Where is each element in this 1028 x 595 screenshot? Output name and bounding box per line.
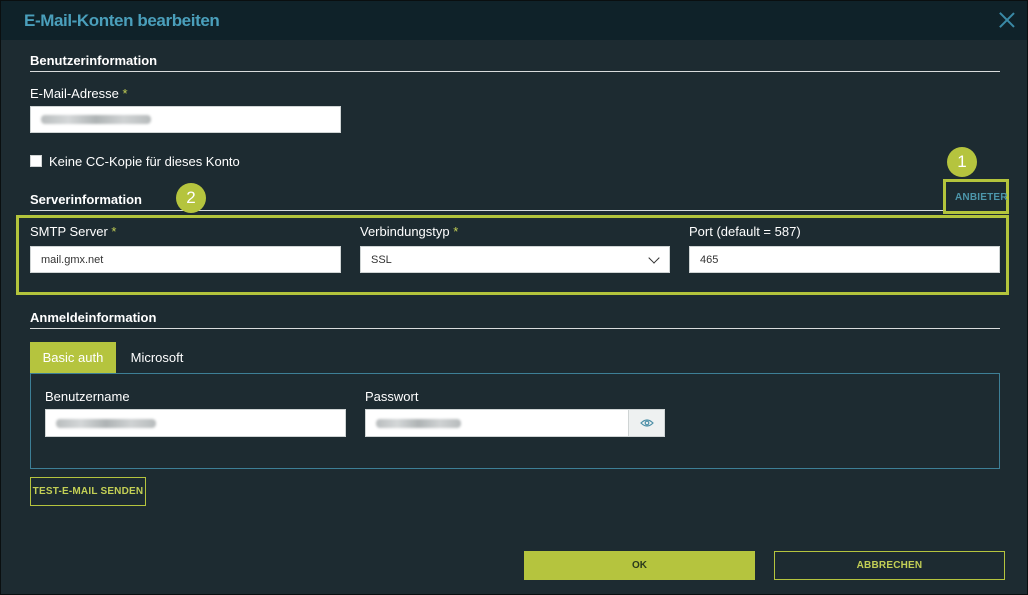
- close-icon[interactable]: [997, 10, 1017, 30]
- show-password-button[interactable]: [628, 409, 665, 437]
- tab-basic-auth[interactable]: Basic auth: [30, 342, 116, 373]
- chevron-down-icon: [648, 252, 660, 264]
- connection-type-label: Verbindungstyp *: [360, 224, 459, 239]
- no-cc-label: Keine CC-Kopie für dieses Konto: [49, 154, 240, 169]
- callout-badge-1: 1: [947, 147, 977, 177]
- user-section-title: Benutzerinformation: [30, 53, 158, 68]
- test-email-button[interactable]: TEST-E-MAIL SENDEN: [30, 477, 146, 506]
- redacted-email: [41, 115, 151, 124]
- connection-type-value: SSL: [371, 253, 392, 266]
- password-field[interactable]: [365, 409, 629, 437]
- tab-microsoft[interactable]: Microsoft: [119, 342, 195, 373]
- redacted-username: [56, 418, 156, 428]
- email-label: E-Mail-Adresse *: [30, 86, 128, 101]
- edit-email-accounts-dialog: E-Mail-Konten bearbeiten Benutzerinforma…: [0, 0, 1028, 595]
- cancel-button[interactable]: ABBRECHEN: [774, 551, 1005, 580]
- redacted-password: [376, 418, 461, 428]
- callout-badge-2: 2: [176, 183, 206, 213]
- server-section-divider: [30, 210, 943, 211]
- required-mark: *: [122, 86, 128, 101]
- login-section-divider: [30, 328, 1000, 329]
- no-cc-checkbox[interactable]: [30, 155, 42, 167]
- ok-button[interactable]: OK: [524, 551, 755, 580]
- dialog-title: E-Mail-Konten bearbeiten: [24, 11, 220, 30]
- connection-type-select[interactable]: SSL: [360, 246, 670, 273]
- username-field[interactable]: [45, 409, 346, 437]
- username-label: Benutzername: [45, 389, 130, 404]
- dialog-titlebar: E-Mail-Konten bearbeiten: [1, 1, 1027, 40]
- smtp-server-input[interactable]: mail.gmx.net: [30, 246, 341, 273]
- user-section-divider: [30, 71, 1000, 72]
- port-label: Port (default = 587): [689, 224, 801, 239]
- port-input[interactable]: 465: [689, 246, 1000, 273]
- password-label: Passwort: [365, 389, 419, 404]
- login-section-title: Anmeldeinformation: [30, 310, 157, 325]
- smtp-label: SMTP Server *: [30, 224, 117, 239]
- server-section-title: Serverinformation: [30, 192, 142, 207]
- email-field[interactable]: [30, 106, 341, 133]
- provider-button[interactable]: ANBIETER: [955, 192, 1008, 203]
- eye-icon: [639, 419, 654, 427]
